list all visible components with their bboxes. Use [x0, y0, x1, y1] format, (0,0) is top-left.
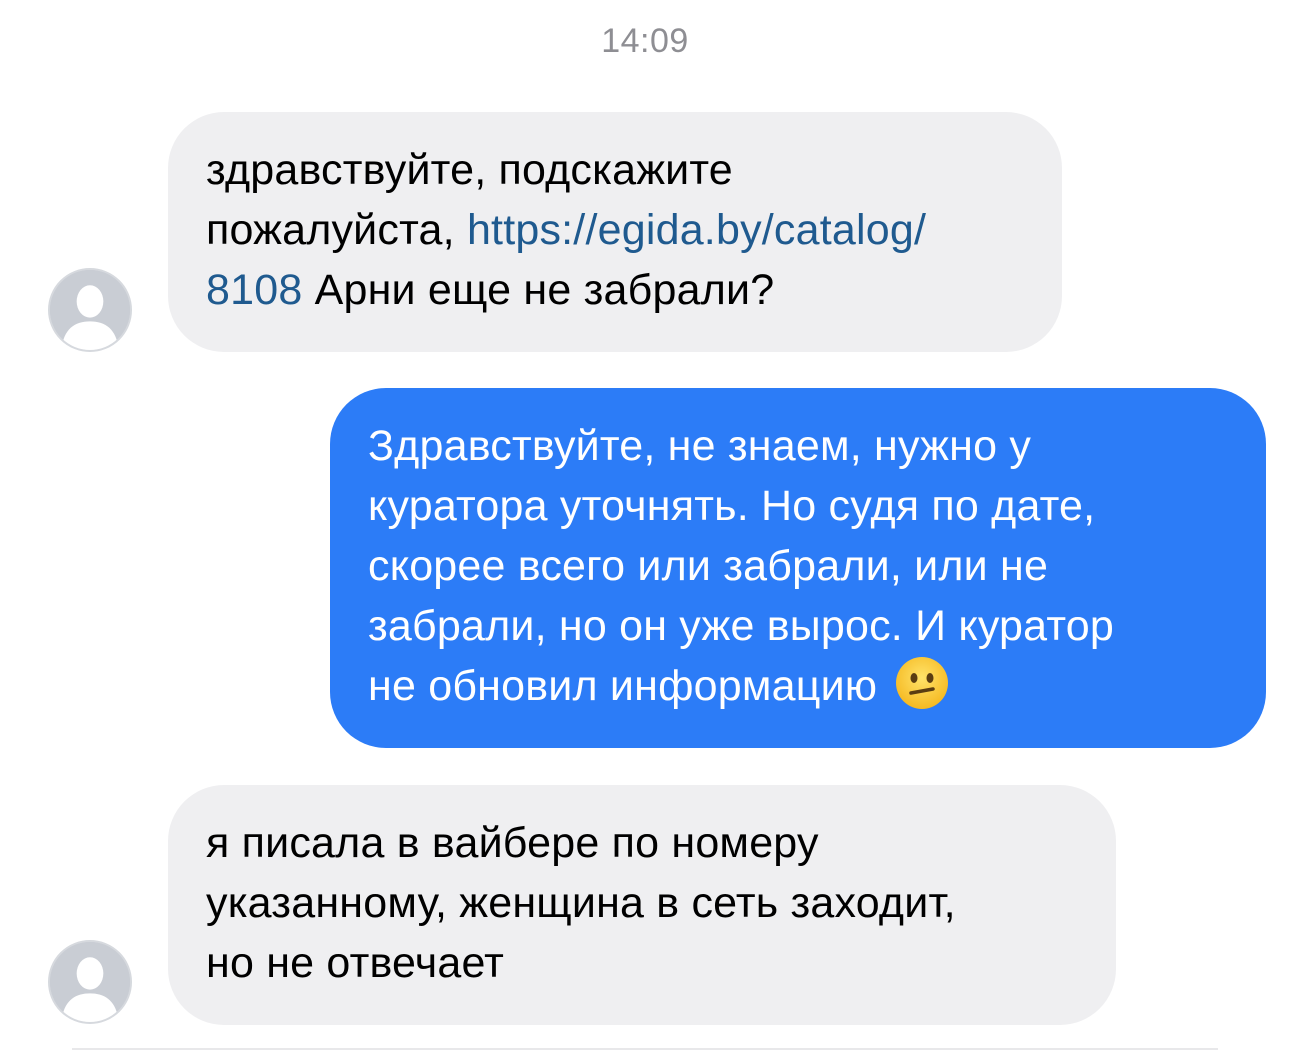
message-text-line: забрали, но он уже вырос. И куратор	[368, 602, 1114, 650]
message-text-line: не обновил информацию	[368, 662, 878, 710]
confused-face-emoji-icon	[895, 656, 949, 710]
message-text-line: указанному, женщина в сеть заходит,	[206, 879, 956, 927]
message-timestamp: 14:09	[601, 22, 689, 60]
catalog-link-continued[interactable]: 8108	[206, 266, 302, 314]
divider	[72, 1048, 1218, 1050]
message-text: Арни еще не забрали?	[302, 266, 775, 314]
contact-avatar-icon[interactable]	[48, 940, 132, 1024]
incoming-message-bubble[interactable]: я писала в вайбере по номеру указанному,…	[168, 785, 1116, 1025]
message-text-line: Здравствуйте, не знаем, нужно у	[368, 422, 1032, 470]
message-text: пожалуйста,	[206, 206, 467, 254]
message-text-line: здравствуйте, подскажите	[206, 146, 733, 194]
incoming-message-bubble[interactable]: здравствуйте, подскажите пожалуйста, htt…	[168, 112, 1062, 352]
catalog-link[interactable]: https://egida.by/catalog/	[467, 206, 926, 254]
message-text-line: я писала в вайбере по номеру	[206, 819, 819, 867]
outgoing-message-bubble[interactable]: Здравствуйте, не знаем, нужно у куратора…	[330, 388, 1266, 748]
contact-avatar-icon[interactable]	[48, 268, 132, 352]
message-text-line: но не отвечает	[206, 939, 505, 987]
message-text-line: куратора уточнять. Но судя по дате,	[368, 482, 1096, 530]
message-text-line: скорее всего или забрали, или не	[368, 542, 1049, 590]
